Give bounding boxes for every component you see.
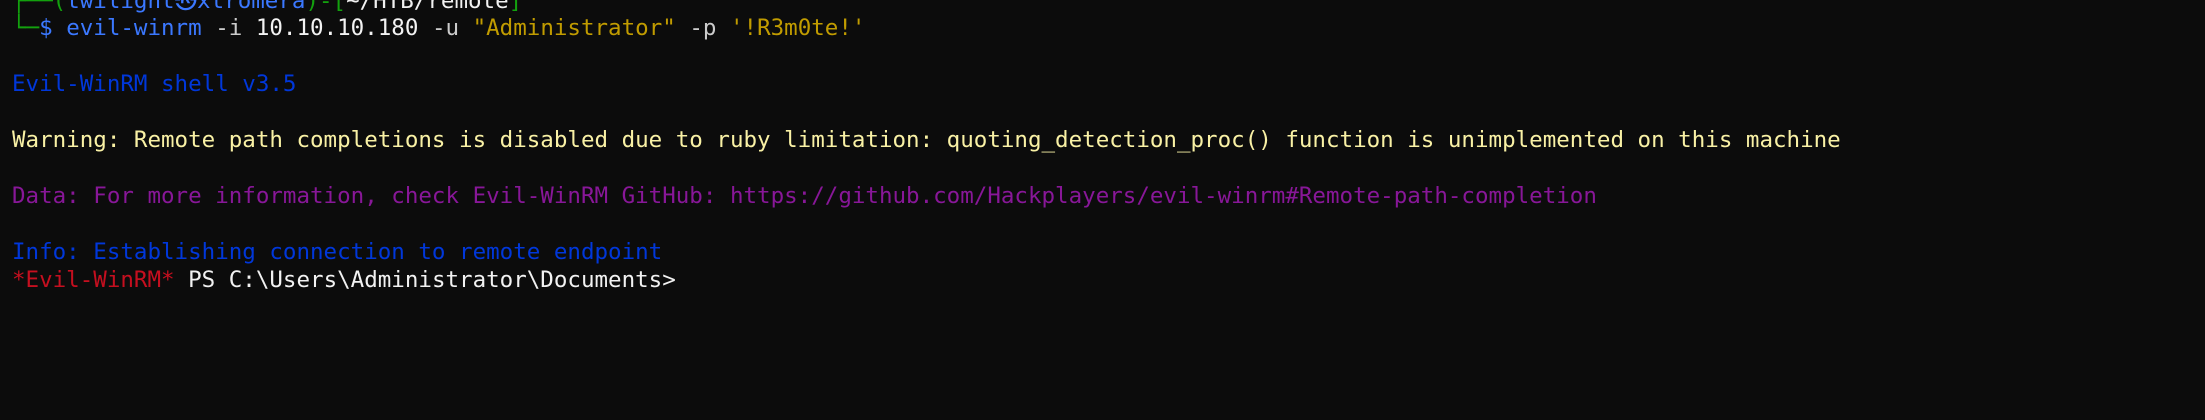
info-line: Info: Establishing connection to remote … (12, 239, 663, 265)
command-program: evil-winrm (66, 15, 202, 41)
shell-prompt-line[interactable]: *Evil-WinRM* PS C:\Users\Administrator\D… (12, 266, 676, 294)
command-flag-u: -u (431, 15, 460, 41)
command-flag-i: -i (215, 15, 243, 41)
prompt-user-host: twilight㉿xtromera (66, 0, 306, 14)
terminal-window[interactable]: ┌──(twilight㉿xtromera)-[~/HTB/remote] └─… (0, 0, 2205, 420)
data-line: Data: For more information, check Evil-W… (12, 183, 1597, 209)
command-user: "Administrator" (472, 15, 676, 41)
prompt-path-open: [ (332, 0, 347, 14)
command-line: └─$ evil-winrm -i 10.10.10.180 -u "Admin… (12, 14, 865, 42)
command-password: '!R3m0te!' (729, 15, 866, 41)
command-ip: 10.10.10.180 (255, 15, 419, 41)
prompt-corner-bottom: └─ (12, 15, 40, 41)
prompt-dollar: $ (39, 15, 53, 41)
prompt-corner-top: ┌── (12, 0, 53, 14)
prompt-dash: - (318, 0, 333, 14)
banner-line: Evil-WinRM shell v3.5 (12, 71, 297, 97)
warning-line: Warning: Remote path completions is disa… (12, 127, 1841, 153)
shell-prompt-tag: *Evil-WinRM* (12, 267, 175, 293)
prompt-path-close: ] (508, 0, 523, 14)
prompt-header-line: ┌──(twilight㉿xtromera)-[~/HTB/remote] (12, 0, 522, 15)
shell-prompt-cwd: C:\Users\Administrator\Documents> (228, 267, 676, 293)
shell-prompt-ps: PS (188, 267, 216, 293)
prompt-user-open: ( (52, 0, 67, 14)
prompt-user-close: ) (305, 0, 319, 14)
prompt-path: ~/HTB/remote (346, 0, 509, 14)
command-flag-p: -p (689, 15, 717, 41)
